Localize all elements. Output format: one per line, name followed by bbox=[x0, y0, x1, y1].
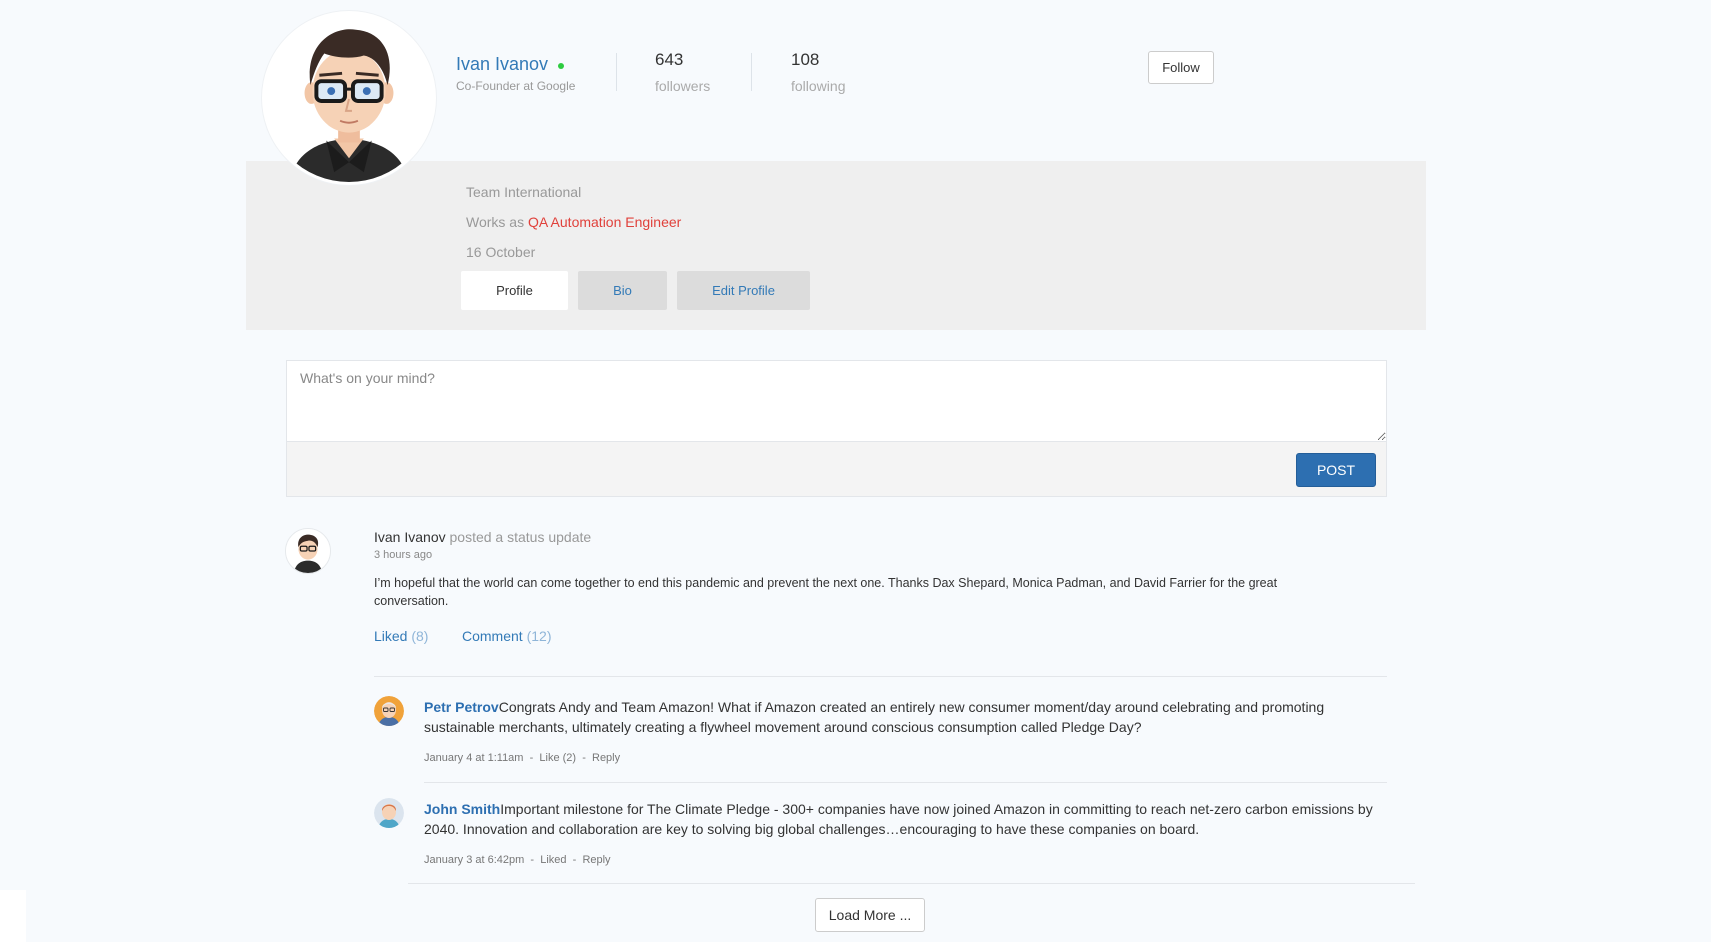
post-composer: POST bbox=[286, 360, 1387, 497]
divider bbox=[374, 676, 1387, 677]
comment-reply-link[interactable]: Reply bbox=[592, 752, 620, 764]
post-action-text: posted a status update bbox=[449, 529, 592, 545]
job-line: Works as QA Automation Engineer bbox=[466, 214, 681, 230]
comment-like-link[interactable]: Liked bbox=[540, 854, 566, 866]
meta-separator: - bbox=[582, 752, 586, 764]
tab-profile[interactable]: Profile bbox=[461, 271, 568, 310]
divider bbox=[408, 883, 1415, 884]
followers-count: 643 bbox=[655, 50, 684, 69]
post-author-avatar[interactable] bbox=[285, 528, 331, 574]
comment-body: Important milestone for The Climate Pled… bbox=[424, 801, 1373, 837]
follow-button[interactable]: Follow bbox=[1148, 51, 1214, 84]
comment-date: January 4 at 1:11am bbox=[424, 752, 524, 764]
comment-label: Comment bbox=[462, 628, 523, 644]
tab-bio[interactable]: Bio bbox=[578, 271, 667, 310]
works-as-prefix: Works as bbox=[466, 214, 525, 230]
post-body: I’m hopeful that the world can come toge… bbox=[374, 576, 1278, 608]
liked-link[interactable]: Liked (8) bbox=[374, 628, 428, 644]
liked-count: (8) bbox=[411, 628, 429, 644]
divider bbox=[424, 782, 1387, 783]
comment-meta: January 4 at 1:11am - Like (2) - Reply bbox=[424, 752, 620, 764]
comment-text: John SmithImportant milestone for The Cl… bbox=[424, 799, 1379, 839]
job-title: QA Automation Engineer bbox=[527, 214, 682, 230]
followers-label[interactable]: followers bbox=[655, 78, 710, 94]
comment-like-link[interactable]: Like (2) bbox=[539, 752, 576, 764]
meta-separator: - bbox=[572, 854, 577, 866]
comment-avatar[interactable] bbox=[374, 696, 404, 726]
following-count: 108 bbox=[791, 50, 820, 69]
profile-avatar bbox=[262, 11, 436, 185]
page-corner bbox=[0, 890, 26, 942]
comment-body: Congrats Andy and Team Amazon! What if A… bbox=[424, 699, 1325, 735]
tab-edit-profile[interactable]: Edit Profile bbox=[677, 271, 810, 310]
post-header: Ivan Ivanov posted a status update bbox=[374, 529, 591, 545]
profile-date: 16 October bbox=[466, 244, 536, 260]
post-author[interactable]: Ivan Ivanov bbox=[374, 529, 446, 545]
comment-avatar[interactable] bbox=[374, 798, 404, 828]
meta-separator: - bbox=[529, 752, 534, 764]
comment-reply-link[interactable]: Reply bbox=[582, 854, 610, 866]
stats-divider bbox=[751, 53, 752, 91]
profile-name-row: Ivan Ivanov bbox=[456, 54, 565, 75]
profile-name-link[interactable]: Ivan Ivanov bbox=[456, 54, 548, 75]
post-button[interactable]: POST bbox=[1296, 453, 1376, 487]
company-name: Team International bbox=[466, 184, 582, 200]
following-label[interactable]: following bbox=[791, 78, 845, 94]
status-input[interactable] bbox=[287, 361, 1386, 442]
online-status-dot bbox=[558, 62, 565, 69]
meta-separator: - bbox=[530, 854, 535, 866]
load-more-button[interactable]: Load More ... bbox=[815, 898, 925, 932]
stats-divider bbox=[616, 53, 617, 91]
profile-role: Co-Founder at Google bbox=[456, 79, 576, 93]
comment-author[interactable]: Petr Petrov bbox=[424, 699, 499, 715]
comment-link[interactable]: Comment (12) bbox=[462, 628, 551, 644]
comment-author[interactable]: John Smith bbox=[424, 801, 500, 817]
post-timestamp: 3 hours ago bbox=[374, 549, 433, 561]
comment-meta: January 3 at 6:42pm - Liked - Reply bbox=[424, 854, 611, 866]
comment-count: (12) bbox=[526, 628, 552, 644]
comment-date: January 3 at 6:42pm bbox=[424, 854, 525, 866]
profile-info-panel bbox=[246, 161, 1426, 330]
comment-text: Petr PetrovCongrats Andy and Team Amazon… bbox=[424, 697, 1379, 737]
liked-label: Liked bbox=[374, 628, 408, 644]
